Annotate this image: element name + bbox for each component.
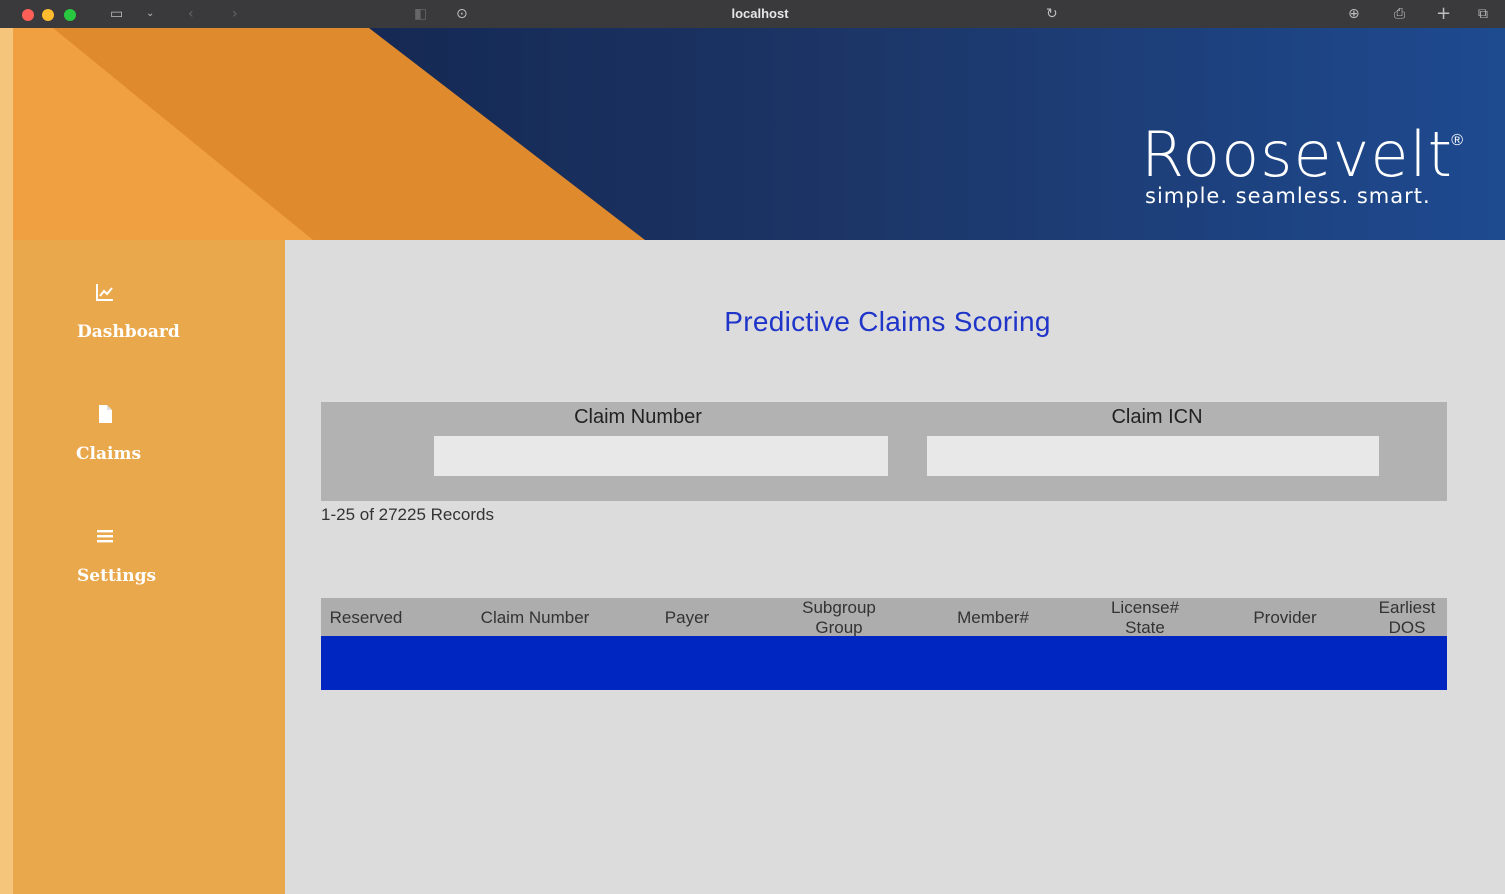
column-header-label: License# [1110,598,1180,617]
forward-icon[interactable]: › [232,5,238,23]
chevron-down-icon[interactable]: ⌄ [146,5,154,23]
column-header-label: Member# [957,608,1029,627]
close-window-button[interactable] [22,9,34,21]
address-bar[interactable]: localhost [660,6,860,21]
app-window: Roosevelt ® simple. seamless. smart. Das… [13,28,1505,894]
logo-tagline: simple. seamless. smart. [1145,184,1431,208]
header-banner: Roosevelt ® simple. seamless. smart. [13,28,1505,240]
column-header-member[interactable]: Member# [941,608,1045,628]
column-header-label: Provider [1253,608,1317,627]
sidebar-item-label: Settings [77,566,157,586]
share-icon[interactable]: ⎙ [1394,5,1405,23]
browser-toolbar: ▭ ⌄ ‹ › ◧ ⊙ localhost ↻ ⊕ ⎙ + ⧉ [0,0,1505,28]
column-header-license-state[interactable]: License# State [1093,598,1197,638]
column-header-label: Subgroup [802,598,876,617]
page-title: Predictive Claims Scoring [724,306,1051,337]
reader-icon[interactable]: ◧ [414,5,427,23]
column-header-payer[interactable]: Payer [649,608,725,628]
sidebar-item-claims[interactable]: Claims [13,404,285,484]
column-header-label: Earliest [1378,598,1436,617]
sidebar-item-settings[interactable]: Settings [13,526,285,606]
column-header-label: Group [815,618,863,637]
table-row[interactable] [321,636,1447,690]
menu-icon [97,530,113,543]
sidebar-item-label: Dashboard [77,322,180,342]
maximize-window-button[interactable] [64,9,76,21]
reload-icon[interactable]: ↻ [1046,5,1058,23]
record-count: 1-25 of 27225 Records [321,505,494,524]
tab-overview-icon[interactable]: ⧉ [1478,5,1488,23]
chart-line-icon [96,284,113,301]
document-icon [99,405,112,423]
column-header-label: Payer [664,608,710,627]
sidebar: Dashboard Claims Settings [13,240,285,894]
roosevelt-logo: Roosevelt ® simple. seamless. smart. [1141,118,1463,209]
column-header-subgroup-group[interactable]: Subgroup Group [787,598,891,638]
search-panel: Claim Number Claim ICN [321,402,1447,501]
column-header-provider[interactable]: Provider [1237,608,1333,628]
claim-number-input[interactable] [434,436,888,476]
back-icon[interactable]: ‹ [188,5,194,23]
column-header-reserved[interactable]: Reserved [321,608,411,628]
column-header-earliest-dos[interactable]: Earliest DOS [1367,598,1447,638]
column-header-label: Claim Number [480,608,590,627]
sidebar-item-label: Claims [76,444,142,464]
minimize-window-button[interactable] [42,9,54,21]
column-header-label: DOS [1388,618,1426,637]
registered-mark: ® [1451,132,1463,149]
download-icon[interactable]: ⊕ [1348,5,1360,23]
claim-number-label: Claim Number [574,406,702,428]
claim-icn-label: Claim ICN [1111,406,1203,428]
sidebar-toggle-icon[interactable]: ▭ [110,5,123,23]
privacy-icon[interactable]: ⊙ [456,5,468,23]
column-header-label: State [1125,618,1165,637]
new-tab-icon[interactable]: + [1436,5,1451,23]
logo-wordmark: Roosevelt [1141,118,1453,191]
claim-icn-input[interactable] [927,436,1379,476]
sidebar-item-dashboard[interactable]: Dashboard [13,282,285,362]
column-header-claim-number[interactable]: Claim Number [467,608,603,628]
table-header: Reserved Claim Number Payer Subgroup Grou… [321,598,1447,638]
main-content: Predictive Claims Scoring Claim Number C… [285,240,1505,894]
column-header-label: Reserved [329,608,403,627]
